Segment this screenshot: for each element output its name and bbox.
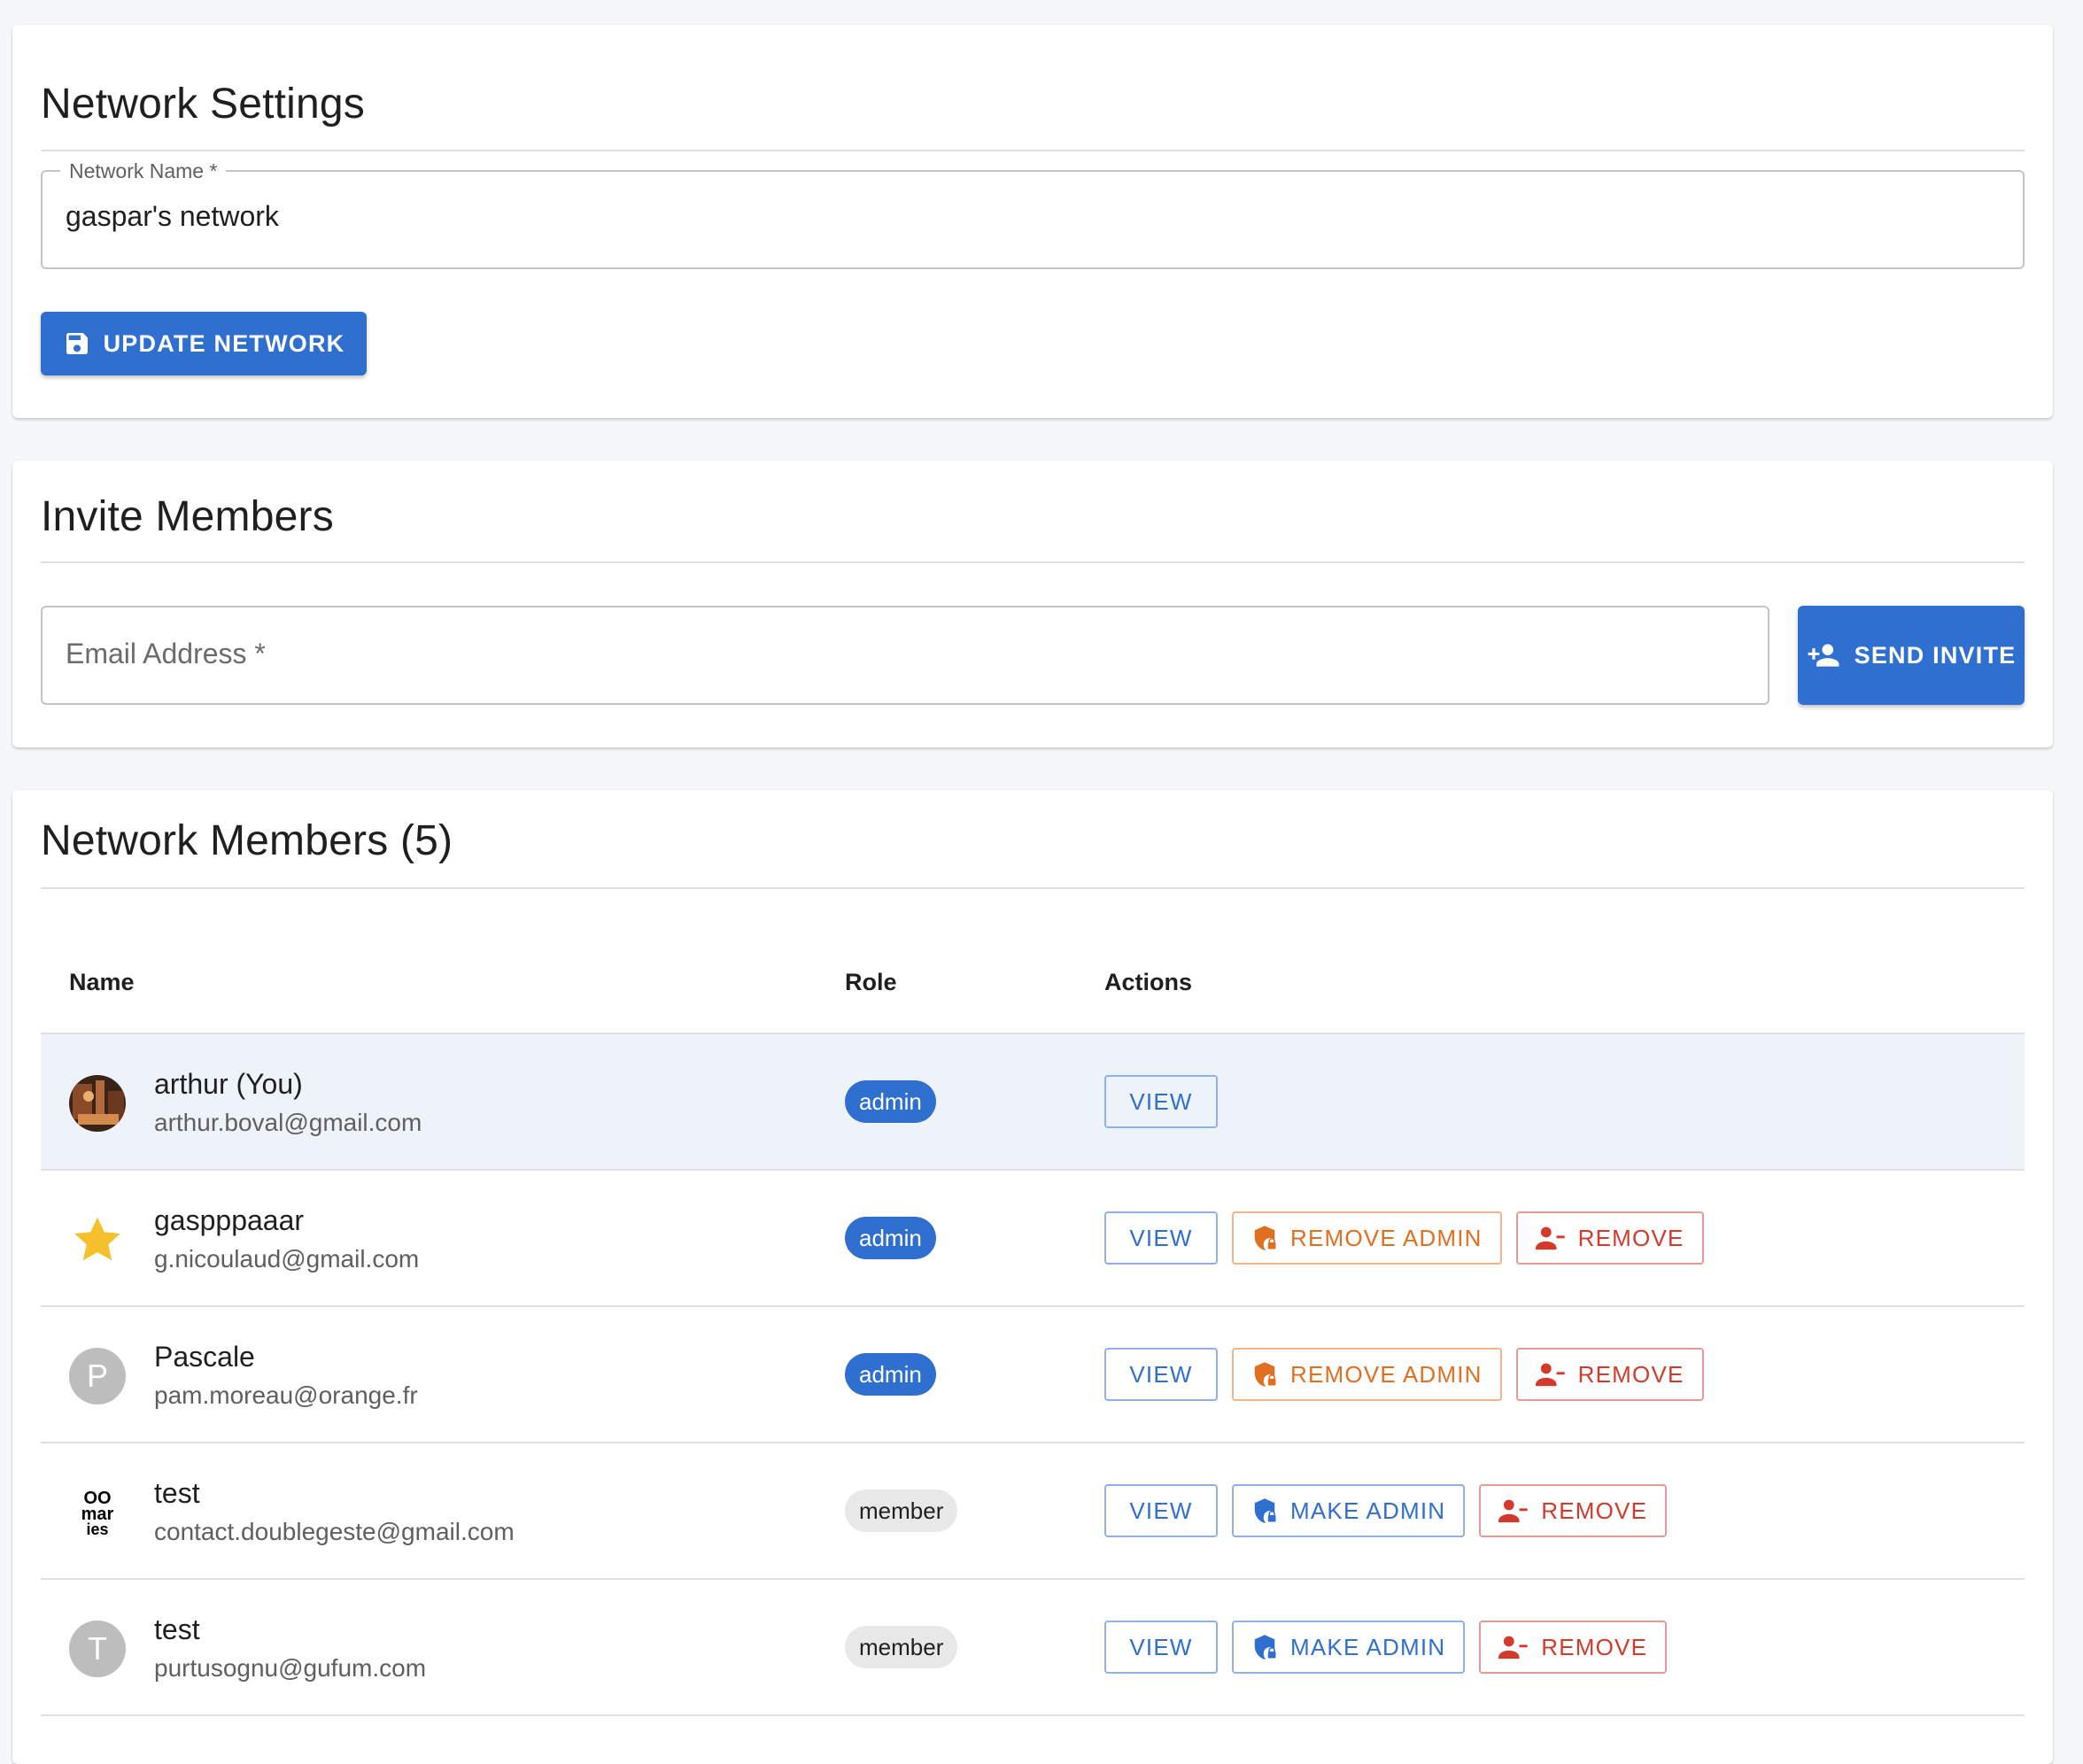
role-badge: admin [845, 1080, 936, 1123]
table-row: P Pascale pam.moreau@orange.fr admin VIE… [41, 1307, 2025, 1443]
person-remove-icon [1535, 1225, 1566, 1251]
member-email: pam.moreau@orange.fr [154, 1381, 418, 1409]
make-admin-label: MAKE ADMIN [1290, 1497, 1446, 1524]
network-members-title: Network Members (5) [41, 817, 453, 864]
network-settings-title: Network Settings [41, 81, 366, 128]
member-email: arthur.boval@gmail.com [154, 1109, 422, 1136]
member-name: test [154, 1613, 200, 1645]
column-header-role: Role [845, 969, 897, 995]
avatar: OO mar ies [69, 1484, 126, 1541]
view-label: VIEW [1129, 1633, 1193, 1660]
network-name-field[interactable]: Network Name * gaspar's network [41, 159, 2025, 269]
star-icon [69, 1211, 126, 1268]
email-address-field[interactable]: Email Address * [41, 606, 1769, 705]
shield-lock-icon [1251, 1361, 1278, 1388]
send-invite-label: SEND INVITE [1854, 641, 2017, 669]
view-button[interactable]: VIEW [1104, 1621, 1218, 1674]
update-network-button[interactable]: UPDATE NETWORK [41, 312, 367, 375]
role-badge: member [845, 1626, 958, 1668]
members-table: Name Role Actions arthur (You) arthur.bo… [41, 887, 2025, 1716]
view-button[interactable]: VIEW [1104, 1484, 1218, 1537]
view-button[interactable]: VIEW [1104, 1348, 1218, 1401]
member-email: contact.doublegeste@gmail.com [154, 1518, 515, 1545]
avatar: P [69, 1348, 126, 1404]
remove-button[interactable]: REMOVE [1515, 1211, 1704, 1265]
network-settings-card: Network Settings Network Name * gaspar's… [12, 25, 2053, 418]
member-name: arthur (You) [154, 1068, 303, 1100]
invite-members-card: Invite Members Email Address * SEND INVI… [12, 460, 2053, 747]
remove-label: REMOVE [1541, 1497, 1648, 1524]
update-network-label: UPDATE NETWORK [103, 329, 345, 357]
remove-admin-label: REMOVE ADMIN [1290, 1360, 1483, 1388]
table-row: gaspppaaar g.nicoulaud@gmail.com admin V… [41, 1171, 2025, 1307]
remove-button[interactable]: REMOVE [1479, 1484, 1668, 1537]
member-email: g.nicoulaud@gmail.com [154, 1245, 420, 1273]
row-actions: VIEW MAKE ADMIN REMOVE [1104, 1484, 1668, 1537]
logo-text-line: ies [86, 1520, 108, 1538]
make-admin-label: MAKE ADMIN [1290, 1633, 1446, 1660]
row-actions: VIEW REMOVE ADMIN REMOVE [1104, 1211, 1704, 1265]
view-button[interactable]: VIEW [1104, 1075, 1218, 1128]
view-button[interactable]: VIEW [1104, 1211, 1218, 1265]
remove-admin-button[interactable]: REMOVE ADMIN [1232, 1211, 1502, 1265]
remove-label: REMOVE [1577, 1360, 1684, 1388]
row-actions: VIEW MAKE ADMIN REMOVE [1104, 1621, 1668, 1674]
role-badge: admin [845, 1353, 936, 1396]
shield-lock-icon [1251, 1225, 1278, 1251]
email-address-placeholder: Email Address * [66, 638, 266, 669]
member-name: Pascale [154, 1341, 255, 1373]
remove-admin-button[interactable]: REMOVE ADMIN [1232, 1348, 1502, 1401]
avatar: T [69, 1621, 126, 1677]
view-label: VIEW [1129, 1497, 1193, 1524]
network-name-value[interactable]: gaspar's network [66, 200, 279, 233]
invite-members-title: Invite Members [41, 493, 334, 540]
divider [41, 150, 2025, 151]
remove-label: REMOVE [1577, 1224, 1684, 1251]
make-admin-button[interactable]: MAKE ADMIN [1232, 1484, 1466, 1537]
table-row: arthur (You) arthur.boval@gmail.com admi… [41, 1034, 2025, 1171]
person-remove-icon [1498, 1634, 1529, 1660]
row-actions: VIEW [1104, 1075, 1218, 1128]
avatar [69, 1075, 126, 1132]
remove-button[interactable]: REMOVE [1515, 1348, 1704, 1401]
logo-avatar: OO mar ies [69, 1484, 126, 1541]
remove-admin-label: REMOVE ADMIN [1290, 1224, 1483, 1251]
shield-lock-icon [1251, 1634, 1278, 1660]
member-name: test [154, 1477, 200, 1509]
member-name: gaspppaaar [154, 1204, 305, 1236]
person-remove-icon [1535, 1361, 1566, 1388]
remove-label: REMOVE [1541, 1633, 1648, 1660]
save-icon [63, 329, 91, 358]
view-label: VIEW [1129, 1087, 1193, 1115]
table-header: Name Role Actions [41, 887, 2025, 1034]
member-email: purtusognu@gufum.com [154, 1654, 427, 1682]
person-add-icon [1807, 638, 1840, 672]
table-row: T test purtusognu@gufum.com member VIEW … [41, 1580, 2025, 1716]
send-invite-button[interactable]: SEND INVITE [1798, 606, 2025, 705]
remove-button[interactable]: REMOVE [1479, 1621, 1668, 1674]
view-label: VIEW [1129, 1224, 1193, 1251]
role-badge: member [845, 1489, 958, 1532]
role-badge: admin [845, 1217, 936, 1259]
view-label: VIEW [1129, 1360, 1193, 1388]
column-header-actions: Actions [1104, 969, 1193, 995]
column-header-name: Name [69, 969, 135, 995]
make-admin-button[interactable]: MAKE ADMIN [1232, 1621, 1466, 1674]
person-remove-icon [1498, 1497, 1529, 1524]
shield-lock-icon [1251, 1497, 1278, 1524]
row-actions: VIEW REMOVE ADMIN REMOVE [1104, 1348, 1704, 1401]
network-name-label: Network Name * [60, 159, 227, 183]
network-members-card: Network Members (5) Name Role Actions ar… [12, 790, 2053, 1764]
table-row: OO mar ies test contact.doublegeste@gmai… [41, 1443, 2025, 1580]
divider [41, 561, 2025, 563]
